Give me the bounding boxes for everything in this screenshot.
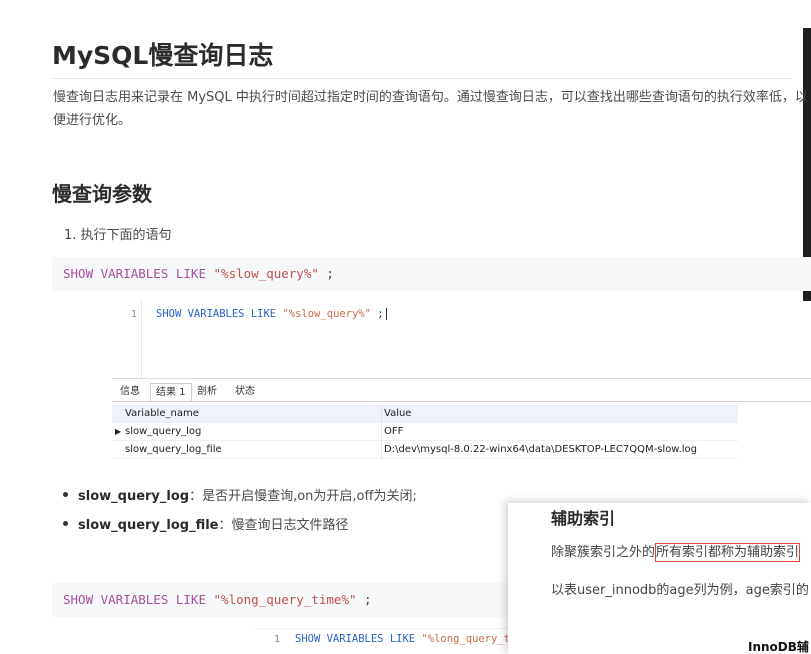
- step-text: 1. 执行下面的语句: [64, 228, 172, 243]
- tab-result-1[interactable]: 结果 1: [150, 383, 192, 401]
- cell-variable-name[interactable]: slow_query_log: [124, 423, 382, 441]
- column-header-value[interactable]: Value: [384, 405, 738, 423]
- table-row[interactable]: slow_query_log_file D:\dev\mysql-8.0.22-…: [112, 441, 738, 459]
- list-item: slow_query_log：是否开启慢查询,on为开启,off为关闭;: [63, 485, 417, 504]
- editor-keyword: SHOW VARIABLES LIKE: [156, 308, 283, 320]
- code-block-slow-query: SHOW VARIABLES LIKE "%slow_query%" ;: [52, 257, 811, 291]
- bullet-desc: ：慢查询日志文件路径: [218, 518, 349, 533]
- code-keyword: SHOW VARIABLES LIKE: [63, 592, 214, 607]
- code-tail: ;: [356, 592, 372, 607]
- result-grid: Variable_name Value ▶ slow_query_log OFF…: [112, 401, 811, 461]
- editor-query: SHOW VARIABLES LIKE "%slow_query%" ;: [156, 308, 387, 320]
- editor-tail: ;: [370, 308, 384, 320]
- table-row[interactable]: ▶ slow_query_log OFF: [112, 423, 738, 441]
- editor-string: "%slow_query%": [282, 308, 371, 320]
- editor-string: "%long_query_t: [421, 633, 509, 645]
- row-pointer-icon: ▶: [115, 427, 122, 436]
- code-keyword: SHOW VARIABLES LIKE: [63, 266, 214, 281]
- bullet-desc: ：是否开启慢查询,on为开启,off为关闭;: [189, 489, 417, 504]
- highlight-box: 所有索引都称为辅助索引: [655, 543, 801, 562]
- overlay-line-1: 除聚簇索引之外的所有索引都称为辅助索引: [551, 541, 801, 562]
- sql-editor[interactable]: 1 SHOW VARIABLES LIKE "%slow_query%" ;: [112, 301, 811, 379]
- overlay-title: 辅助索引: [551, 509, 616, 528]
- overlay-line-2: 以表user_innodb的age列为例，age索引的: [551, 583, 809, 598]
- overlay-slide: 辅助索引 除聚簇索引之外的所有索引都称为辅助索引 以表user_innodb的a…: [508, 503, 811, 654]
- code-string: "%long_query_time%": [213, 592, 357, 607]
- cell-value[interactable]: D:\dev\mysql-8.0.22-winx64\data\DESKTOP-…: [384, 441, 738, 459]
- editor-query: SHOW VARIABLES LIKE "%long_query_t: [295, 633, 509, 645]
- intro-paragraph: 慢查询日志用来记录在 MySQL 中执行时间超过指定时间的查询语句。通过慢查询日…: [53, 90, 808, 128]
- sql-tool-screenshot-2: 1 SHOW VARIABLES LIKE "%long_query_t: [254, 628, 511, 654]
- code-string: "%slow_query%": [213, 266, 319, 281]
- text-caret: [385, 308, 387, 320]
- grid-header-row: Variable_name Value: [112, 405, 738, 423]
- section-title: 慢查询参数: [52, 182, 152, 206]
- tab-status[interactable]: 状态: [230, 383, 260, 401]
- result-tabs: 信息 结果 1 剖析 状态: [112, 381, 811, 401]
- page-title: MySQL慢查询日志: [52, 36, 792, 79]
- code-tail: ;: [318, 266, 334, 281]
- bullet-term: slow_query_log_file: [78, 518, 219, 533]
- line-number: 1: [112, 301, 142, 379]
- overlay-line-1-prefix: 除聚簇索引之外的: [551, 545, 656, 560]
- sql-tool-screenshot: 1 SHOW VARIABLES LIKE "%slow_query%" ; 信…: [112, 301, 811, 461]
- column-header-variable-name[interactable]: Variable_name: [124, 405, 382, 423]
- tab-info[interactable]: 信息: [115, 383, 145, 401]
- tab-profile[interactable]: 剖析: [192, 383, 222, 401]
- cell-variable-name[interactable]: slow_query_log_file: [124, 441, 382, 459]
- list-item: slow_query_log_file：慢查询日志文件路径: [63, 514, 349, 533]
- overlay-caption: InnoDB辅: [748, 640, 809, 654]
- line-number: 1: [273, 634, 280, 645]
- cell-value[interactable]: OFF: [384, 423, 738, 441]
- bullet-term: slow_query_log: [78, 489, 190, 504]
- editor-keyword: SHOW VARIABLES LIKE: [295, 633, 422, 645]
